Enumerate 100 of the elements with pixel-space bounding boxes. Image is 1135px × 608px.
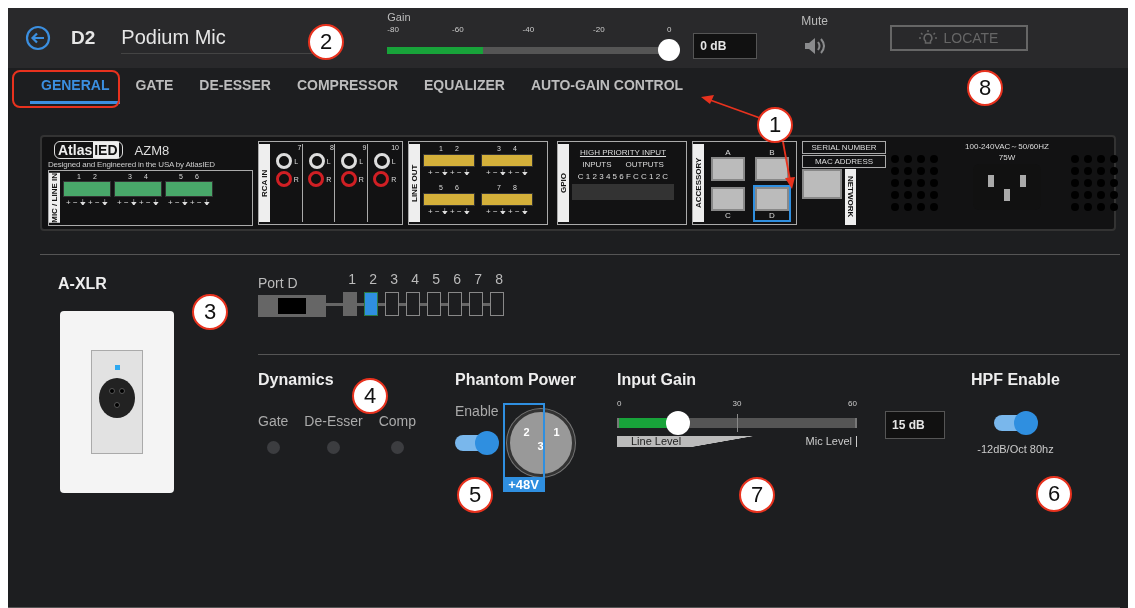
mac-address-label: MAC ADDRESS <box>802 155 886 168</box>
rca-jack <box>373 153 390 169</box>
channel-slot[interactable] <box>469 292 483 316</box>
filter-caption: -12dB/Oct 80hz <box>977 443 1054 455</box>
rca-jack <box>308 153 325 169</box>
slot-number: 4 <box>410 271 420 289</box>
channel-slot[interactable] <box>385 292 399 316</box>
accessory-port[interactable]: C <box>709 185 747 222</box>
terminal-block <box>481 193 533 206</box>
section-title: Input Gain <box>617 371 697 388</box>
slot-number: 7 <box>473 271 483 289</box>
slot-number: 1 <box>347 271 357 289</box>
pin-legend: + − ⏚ + − ⏚ <box>486 207 528 216</box>
terminal-block <box>423 193 475 206</box>
rca-jack <box>276 153 293 169</box>
gain-tick-label: 60 <box>848 399 857 408</box>
gain-tick-label: -20 <box>593 25 605 34</box>
light-bulb-icon <box>919 30 938 46</box>
ethernet-jack <box>711 157 745 181</box>
rca-jack <box>275 171 292 187</box>
accessory-port[interactable]: D <box>753 185 791 222</box>
section-title: HPF Enable <box>971 371 1060 389</box>
outputs-label: OUTPUTS <box>625 160 664 169</box>
model-label: AZM8 <box>134 142 170 158</box>
pin-legend: + − ⏚ + − ⏚ <box>486 168 528 177</box>
ethernet-jack <box>755 187 789 211</box>
indicator-label: De-Esser <box>304 413 363 429</box>
tab[interactable]: DE-ESSER <box>188 68 282 104</box>
tab[interactable]: GATE <box>124 68 185 104</box>
terminal-block <box>481 154 533 167</box>
indicator-label: Gate <box>258 413 289 429</box>
tab[interactable]: AUTO-GAIN CONTROL <box>519 68 695 104</box>
power-watts-text: 75W <box>998 153 1016 162</box>
power-rating-text: 100-240VAC～50/60HZ <box>965 141 1049 152</box>
section-title: Dynamics <box>258 371 334 388</box>
slot-number: 2 <box>368 271 378 289</box>
slot-number: 6 <box>452 271 462 289</box>
gain-tick-label: -60 <box>452 25 464 34</box>
pin-number: 1 <box>553 426 560 438</box>
section-label: NETWORK <box>845 169 856 225</box>
callout-arrow <box>782 141 795 189</box>
section-label: MIC / LINE IN <box>49 173 60 223</box>
pin-legend: + − ⏚ + − ⏚ <box>428 207 470 216</box>
line-level-label: Line Level <box>630 436 682 447</box>
gain-tick-label: 30 <box>732 399 742 408</box>
section-title: Phantom Power <box>455 371 576 388</box>
terminal-block <box>63 181 111 197</box>
input-name: A-XLR <box>58 275 108 293</box>
accessory-port[interactable]: B <box>753 146 791 183</box>
brand-logo: Atlas IED <box>54 141 123 159</box>
section-label: ACCESSORY <box>693 144 704 222</box>
rca-jack <box>308 171 325 187</box>
inputs-label: INPUTS <box>582 160 612 169</box>
channel-slot[interactable] <box>406 292 420 316</box>
callout-arrow <box>701 95 761 119</box>
channel-slot[interactable] <box>490 292 504 316</box>
slider-thumb[interactable] <box>658 38 681 61</box>
gain-tick-label: -80 <box>387 25 399 34</box>
terminal-block <box>423 154 475 167</box>
rca-jack <box>373 171 390 187</box>
voltage-badge: +48V <box>502 477 545 492</box>
speaker-icon[interactable] <box>802 36 827 56</box>
rca-jack <box>340 171 357 187</box>
gain-tick-label: 0 <box>667 25 672 34</box>
channel-id: D2 <box>71 27 96 49</box>
gain-value-field[interactable]: 15 dB <box>885 411 945 439</box>
terminal-block <box>114 181 162 197</box>
pin-legend: + − ⏚ + − ⏚ <box>168 198 210 208</box>
port-letter: D <box>769 211 775 220</box>
ethernet-jack <box>802 169 842 199</box>
tab[interactable]: EQUALIZER <box>413 68 516 104</box>
serial-number-label: SERIAL NUMBER <box>802 141 886 154</box>
section-label: RCA IN <box>259 144 270 222</box>
slot-number: 8 <box>494 271 504 289</box>
port-letter: B <box>769 148 775 157</box>
pin-legend: + − ⏚ + − ⏚ <box>428 168 470 177</box>
channel-slot[interactable] <box>427 292 441 316</box>
port-label: Port D <box>258 275 299 293</box>
section-label: LINE OUT <box>409 144 420 222</box>
rca-jack <box>341 153 358 169</box>
gpio-title: HIGH PRIORITY INPUT <box>579 148 667 157</box>
slot-number: 5 <box>431 271 441 289</box>
channel-name-field[interactable]: Podium Mic <box>121 26 226 48</box>
gain-tick-label: -40 <box>522 25 535 34</box>
gain-tick-label: 0 <box>617 399 622 408</box>
slider-thumb[interactable] <box>666 411 690 435</box>
tagline-text: Designed and Engineered in the USA by AtlasIED <box>48 160 216 169</box>
slot-number: 3 <box>389 271 399 289</box>
tab[interactable]: COMPRESSOR <box>285 68 409 104</box>
pin-number: 3 <box>537 440 544 452</box>
mic-level-label: Mic Level <box>805 436 853 447</box>
pin-legend: + − ⏚ + − ⏚ <box>66 198 108 208</box>
pin-labels: C 1 2 3 4 5 6 F C C 1 2 C <box>577 172 669 181</box>
channel-slot[interactable] <box>448 292 462 316</box>
accessory-port[interactable]: A <box>709 146 747 183</box>
tab[interactable]: GENERAL <box>30 68 121 104</box>
gain-value-field[interactable]: 0 dB <box>693 33 758 59</box>
gain-label: Gain <box>387 11 411 23</box>
enable-label: Enable <box>455 403 499 419</box>
terminal-block <box>165 181 213 197</box>
